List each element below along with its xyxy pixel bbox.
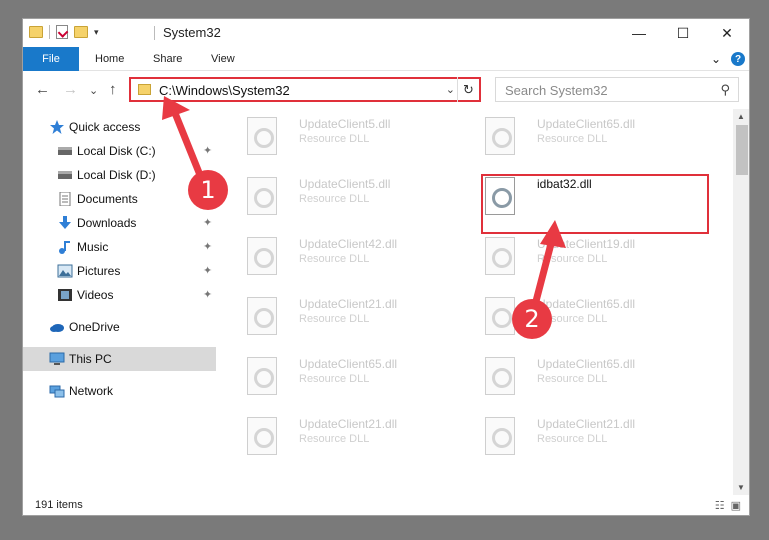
- annotation-arrows: [162, 96, 566, 306]
- arrow-two: [531, 239, 556, 306]
- step-marker-one: 1: [188, 170, 228, 210]
- arrow-one: [171, 111, 204, 177]
- arrow-two-head: [540, 220, 566, 248]
- step-marker-two: 2: [512, 299, 552, 339]
